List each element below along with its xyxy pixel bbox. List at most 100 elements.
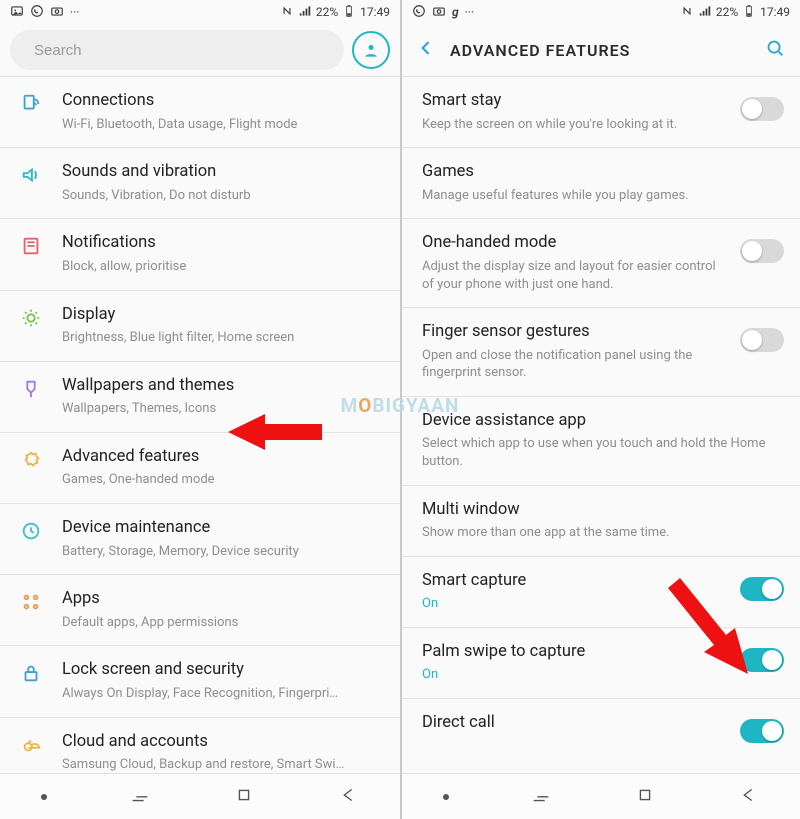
apps-icon [18,591,44,613]
subtitle: Games, One-handed mode [62,471,378,489]
nav-bar [402,773,800,819]
g-icon: g [452,5,459,19]
title: Device assistance app [422,411,778,432]
item-finger-sensor[interactable]: Finger sensor gestures Open and close the… [402,308,800,397]
title: Display [62,305,378,326]
toggle-finger-sensor[interactable] [740,328,784,352]
whatsapp-icon [412,4,426,21]
nav-dot [443,794,449,800]
recents-button[interactable] [530,784,552,810]
item-smart-capture[interactable]: Smart capture On [402,557,800,628]
item-games[interactable]: GamesManage useful features while you pl… [402,148,800,219]
title: Wallpapers and themes [62,376,378,397]
toggle-direct-call[interactable] [740,719,784,743]
sound-icon [18,164,44,186]
title: Direct call [422,713,716,734]
back-button[interactable] [337,784,359,810]
connections-icon [18,93,44,115]
title: Apps [62,589,378,610]
toggle-smart-capture[interactable] [740,577,784,601]
title: Cloud and accounts [62,732,378,753]
title: Connections [62,91,378,112]
settings-item-advanced-features[interactable]: Advanced features Games, One-handed mode [0,433,400,504]
search-row [0,24,400,76]
title: One-handed mode [422,233,716,254]
cloud-icon [18,734,44,756]
advanced-icon [18,449,44,471]
title: Palm swipe to capture [422,642,716,663]
subtitle: Show more than one app at the same time. [422,524,778,542]
subtitle: Open and close the notification panel us… [422,347,716,382]
back-icon[interactable] [416,38,436,62]
subtitle: Wi-Fi, Bluetooth, Data usage, Flight mod… [62,116,378,134]
status-bar: g ··· 22% 17:49 [402,0,800,24]
subtitle: Always On Display, Face Recognition, Fin… [62,685,378,703]
item-one-handed[interactable]: One-handed modeAdjust the display size a… [402,219,800,308]
clock: 17:49 [360,5,390,19]
status-bar: ··· 22% 17:49 [0,0,400,24]
subtitle: On [422,595,716,613]
settings-item-device-maintenance[interactable]: Device maintenanceBattery, Storage, Memo… [0,504,400,575]
battery-icon [342,4,356,21]
header: ADVANCED FEATURES [402,24,800,76]
notifications-icon [18,235,44,257]
settings-list: Connections Wi-Fi, Bluetooth, Data usage,… [0,76,400,773]
nav-dot [41,794,47,800]
title: Lock screen and security [62,660,378,681]
battery-pct: 22% [316,5,338,19]
title: Sounds and vibration [62,162,378,183]
title: Smart capture [422,571,716,592]
profile-button[interactable] [352,31,390,69]
item-device-assistance[interactable]: Device assistance appSelect which app to… [402,397,800,486]
title: Games [422,162,778,183]
title: Advanced features [62,447,378,468]
nav-bar [0,773,400,819]
settings-item-apps[interactable]: Apps Default apps, App permissions [0,575,400,646]
settings-screen: ··· 22% 17:49 ConnectionsW [0,0,400,819]
settings-item-connections[interactable]: Connections Wi-Fi, Bluetooth, Data usage,… [0,76,400,148]
home-button[interactable] [634,784,656,810]
recents-button[interactable] [129,784,151,810]
title: Smart stay [422,91,716,112]
more-icon: ··· [70,5,79,19]
subtitle: Keep the screen on while you're looking … [422,116,716,134]
subtitle: Samsung Cloud, Backup and restore, Smart… [62,756,378,773]
search-box[interactable] [10,30,344,70]
signal-icon [298,4,312,21]
settings-item-display[interactable]: Display Brightness, Blue light filter, Ho… [0,291,400,362]
item-palm-swipe[interactable]: Palm swipe to capture On [402,628,800,699]
advanced-features-screen: g ··· 22% 17:49 ADVANCED FEATURES Smart … [400,0,800,819]
settings-item-wallpapers[interactable]: Wallpapers and themesWallpapers, Themes,… [0,362,400,433]
settings-item-lock-screen[interactable]: Lock screen and security Always On Displa… [0,646,400,717]
battery-icon [742,4,756,21]
subtitle: On [422,666,716,684]
lock-icon [18,662,44,684]
advanced-features-list: Smart stay Keep the screen on while you'r… [402,76,800,773]
item-smart-stay[interactable]: Smart stay Keep the screen on while you'r… [402,76,800,148]
title: Finger sensor gestures [422,322,716,343]
image-icon [10,4,24,21]
back-button[interactable] [737,784,759,810]
settings-item-notifications[interactable]: NotificationsBlock, allow, prioritise [0,219,400,290]
item-multi-window[interactable]: Multi window Show more than one app at th… [402,486,800,557]
settings-item-cloud[interactable]: Cloud and accounts Samsung Cloud, Backup … [0,718,400,773]
toggle-smart-stay[interactable] [740,97,784,121]
item-direct-call[interactable]: Direct call [402,699,800,749]
toggle-palm-swipe[interactable] [740,648,784,672]
search-input[interactable] [34,42,320,59]
home-button[interactable] [233,784,255,810]
subtitle: Default apps, App permissions [62,614,378,632]
settings-item-sounds[interactable]: Sounds and vibrationSounds, Vibration, D… [0,148,400,219]
nfc-icon [280,4,294,21]
search-icon[interactable] [764,37,786,63]
title: Notifications [62,233,378,254]
display-icon [18,307,44,329]
toggle-one-handed[interactable] [740,239,784,263]
title: Multi window [422,500,778,521]
wallpaper-icon [18,378,44,400]
camera-icon [50,4,64,21]
signal-icon [698,4,712,21]
subtitle: Brightness, Blue light filter, Home scre… [62,329,378,347]
camera-icon [432,4,446,21]
page-title: ADVANCED FEATURES [450,41,630,60]
